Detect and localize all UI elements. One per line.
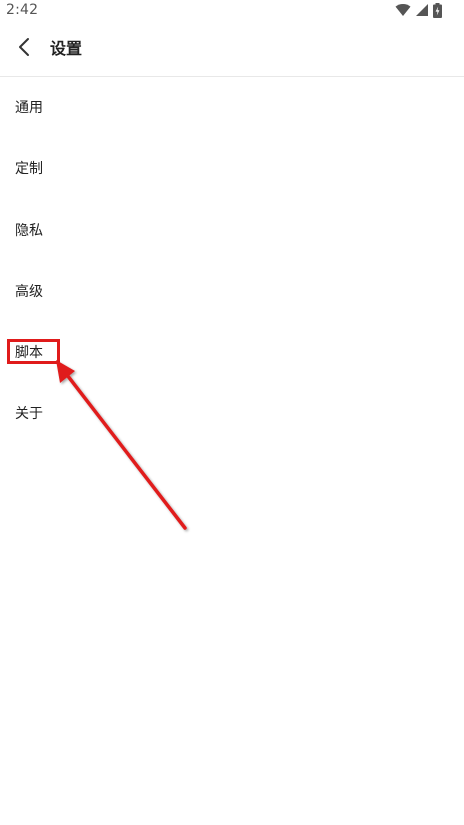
settings-item-general[interactable]: 通用: [0, 78, 464, 139]
settings-list: 通用 定制 隐私 高级 脚本 关于: [0, 78, 464, 446]
settings-item-advanced[interactable]: 高级: [0, 262, 464, 323]
status-icons: [395, 2, 442, 18]
signal-icon: [415, 3, 429, 17]
settings-item-scripts[interactable]: 脚本: [0, 323, 464, 384]
page-title: 设置: [50, 39, 83, 58]
back-button[interactable]: [10, 33, 38, 65]
status-time: 2:42: [6, 2, 39, 18]
status-bar: 2:42: [0, 0, 464, 20]
chevron-left-icon: [18, 37, 30, 61]
settings-item-privacy[interactable]: 隐私: [0, 201, 464, 262]
wifi-icon: [395, 3, 411, 17]
settings-item-customize[interactable]: 定制: [0, 139, 464, 200]
app-bar: 设置: [0, 20, 464, 77]
settings-item-about[interactable]: 关于: [0, 384, 464, 445]
battery-charging-icon: [433, 2, 442, 18]
